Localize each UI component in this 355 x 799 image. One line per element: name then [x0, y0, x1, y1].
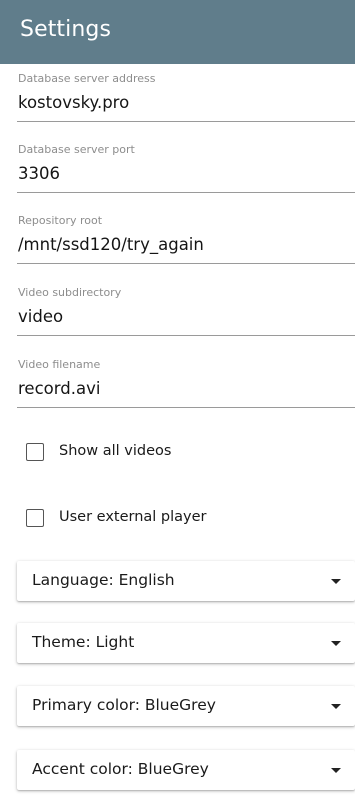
caret-down-icon: [331, 579, 341, 584]
primary-color-select[interactable]: Primary color: BlueGrey: [17, 686, 355, 726]
theme-select[interactable]: Theme: Light: [17, 623, 355, 663]
checkbox-label: User external player: [59, 509, 207, 525]
repository-root-input[interactable]: [17, 233, 354, 255]
user-external-player-checkbox[interactable]: User external player: [26, 508, 326, 530]
field-label: Video subdirectory: [18, 286, 122, 299]
page-title: Settings: [20, 17, 112, 42]
database-server-port-input[interactable]: [17, 162, 354, 184]
select-value: Language: English: [32, 571, 175, 589]
caret-down-icon: [331, 641, 341, 646]
field-underline: [17, 407, 355, 408]
field-underline: [17, 121, 355, 122]
checkbox-unchecked-icon[interactable]: [26, 509, 44, 527]
language-select[interactable]: Language: English: [17, 561, 355, 601]
checkbox-unchecked-icon[interactable]: [26, 443, 44, 461]
field-label: Database server address: [18, 72, 156, 85]
field-label: Repository root: [18, 214, 103, 227]
field-underline: [17, 335, 355, 336]
select-value: Theme: Light: [32, 633, 135, 651]
app-header: Settings: [0, 0, 355, 64]
caret-down-icon: [331, 704, 341, 709]
select-value: Primary color: BlueGrey: [32, 696, 216, 714]
field-underline: [17, 192, 355, 193]
database-server-address-input[interactable]: [17, 91, 354, 113]
video-subdirectory-field: Video subdirectory: [0, 278, 355, 336]
checkbox-label: Show all videos: [59, 443, 172, 459]
field-underline: [17, 263, 355, 264]
video-filename-input[interactable]: [17, 377, 354, 399]
field-label: Video filename: [18, 358, 101, 371]
select-value: Accent color: BlueGrey: [32, 760, 209, 778]
show-all-videos-checkbox[interactable]: Show all videos: [26, 442, 326, 464]
repository-root-field: Repository root: [0, 206, 355, 264]
field-label: Database server port: [18, 143, 135, 156]
database-server-address-field: Database server address: [0, 64, 355, 122]
database-server-port-field: Database server port: [0, 135, 355, 193]
caret-down-icon: [331, 768, 341, 773]
accent-color-select[interactable]: Accent color: BlueGrey: [17, 750, 355, 790]
video-subdirectory-input[interactable]: [17, 305, 354, 327]
video-filename-field: Video filename: [0, 350, 355, 408]
